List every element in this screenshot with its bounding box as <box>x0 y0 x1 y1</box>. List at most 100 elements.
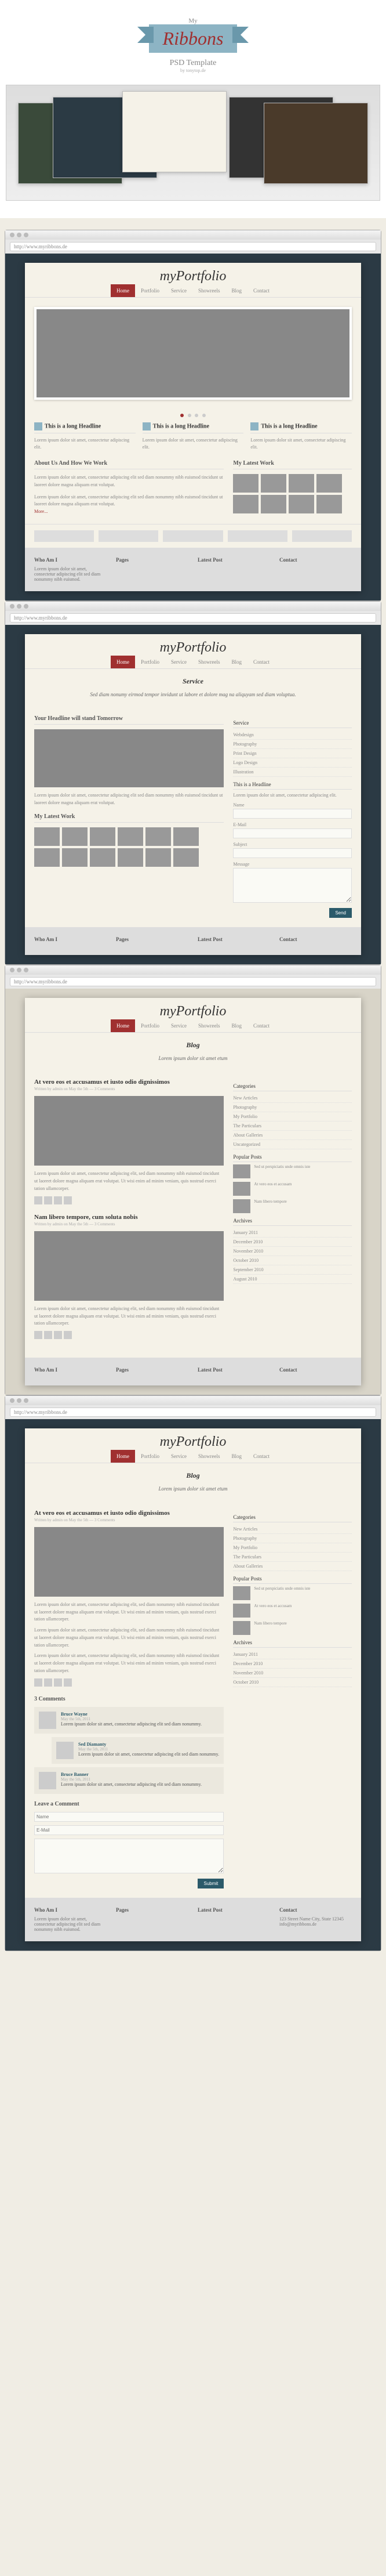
social-icon[interactable] <box>64 1678 72 1687</box>
archive-item[interactable]: November 2010 <box>233 1247 352 1256</box>
nav-contact[interactable]: Contact <box>247 284 275 297</box>
social-icon[interactable] <box>34 1678 42 1687</box>
comment-name-input[interactable] <box>34 1812 224 1822</box>
zoom-icon[interactable] <box>24 968 28 972</box>
thumb[interactable] <box>289 495 314 513</box>
social-icon[interactable] <box>34 1331 42 1339</box>
thumb[interactable] <box>233 495 258 513</box>
nav-blog[interactable]: Blog <box>226 1019 248 1032</box>
category-item[interactable]: My Portfolio <box>233 1543 352 1553</box>
archive-item[interactable]: December 2010 <box>233 1659 352 1669</box>
send-button[interactable]: Send <box>329 908 352 918</box>
thumb[interactable] <box>316 474 342 493</box>
thumb[interactable] <box>62 827 88 846</box>
nav-service[interactable]: Service <box>165 1019 192 1032</box>
thumb[interactable] <box>118 827 143 846</box>
zoom-icon[interactable] <box>24 604 28 609</box>
thumb[interactable] <box>90 827 115 846</box>
post-title[interactable]: Nam libero tempore, cum soluta nobis <box>34 1214 224 1221</box>
nav-contact[interactable]: Contact <box>247 1019 275 1032</box>
close-icon[interactable] <box>10 233 14 237</box>
category-item[interactable]: Photography <box>233 1534 352 1543</box>
social-icon[interactable] <box>44 1678 52 1687</box>
service-item[interactable]: Logo Design <box>233 758 352 768</box>
minimize-icon[interactable] <box>17 233 21 237</box>
zoom-icon[interactable] <box>24 1398 28 1403</box>
submit-button[interactable]: Submit <box>198 1879 224 1888</box>
url-bar[interactable]: http://www.myribbons.de <box>10 1408 376 1417</box>
social-icon[interactable] <box>54 1678 62 1687</box>
category-item[interactable]: About Galleries <box>233 1562 352 1571</box>
social-icon[interactable] <box>54 1196 62 1204</box>
close-icon[interactable] <box>10 968 14 972</box>
thumb[interactable] <box>316 495 342 513</box>
category-item[interactable]: About Galleries <box>233 1131 352 1140</box>
minimize-icon[interactable] <box>17 604 21 609</box>
thumb[interactable] <box>173 848 199 867</box>
archive-item[interactable]: October 2010 <box>233 1256 352 1265</box>
social-icon[interactable] <box>44 1196 52 1204</box>
nav-contact[interactable]: Contact <box>247 656 275 668</box>
nav-portfolio[interactable]: Portfolio <box>135 656 165 668</box>
url-bar[interactable]: http://www.myribbons.de <box>10 977 376 986</box>
nav-showreels[interactable]: Showreels <box>192 284 226 297</box>
popular-post[interactable]: Nam libero tempore <box>233 1621 352 1635</box>
input-message[interactable] <box>233 868 352 903</box>
nav-portfolio[interactable]: Portfolio <box>135 1450 165 1463</box>
category-item[interactable]: My Portfolio <box>233 1112 352 1121</box>
nav-home[interactable]: Home <box>111 1450 135 1463</box>
thumb[interactable] <box>233 474 258 493</box>
comment-author[interactable]: Sed Diamanty <box>78 1742 219 1747</box>
social-icon[interactable] <box>34 1196 42 1204</box>
archive-item[interactable]: August 2010 <box>233 1275 352 1284</box>
archive-item[interactable]: January 2011 <box>233 1650 352 1659</box>
archive-item[interactable]: October 2010 <box>233 1678 352 1687</box>
thumb[interactable] <box>145 827 171 846</box>
service-item[interactable]: Photography <box>233 740 352 749</box>
service-item[interactable]: Print Design <box>233 749 352 758</box>
nav-blog[interactable]: Blog <box>226 284 248 297</box>
close-icon[interactable] <box>10 604 14 609</box>
comment-author[interactable]: Bruce Banner <box>61 1772 219 1777</box>
url-bar[interactable]: http://www.myribbons.de <box>10 242 376 251</box>
hero-slider[interactable] <box>34 307 352 400</box>
nav-showreels[interactable]: Showreels <box>192 1450 226 1463</box>
nav-home[interactable]: Home <box>111 1019 135 1032</box>
archive-item[interactable]: December 2010 <box>233 1238 352 1247</box>
popular-post[interactable]: At vero eos et accusam <box>233 1182 352 1196</box>
nav-service[interactable]: Service <box>165 656 192 668</box>
social-icon[interactable] <box>64 1331 72 1339</box>
comment-author[interactable]: Bruce Wayne <box>61 1712 219 1717</box>
zoom-icon[interactable] <box>24 233 28 237</box>
archive-item[interactable]: November 2010 <box>233 1669 352 1678</box>
comment-email-input[interactable] <box>34 1825 224 1835</box>
post-title[interactable]: At vero eos et accusamus et iusto odio d… <box>34 1079 224 1086</box>
nav-showreels[interactable]: Showreels <box>192 1019 226 1032</box>
service-item[interactable]: Illustration <box>233 768 352 777</box>
category-item[interactable]: The Particulars <box>233 1121 352 1131</box>
minimize-icon[interactable] <box>17 1398 21 1403</box>
nav-blog[interactable]: Blog <box>226 1450 248 1463</box>
slider-dot[interactable] <box>188 414 191 417</box>
thumb[interactable] <box>145 848 171 867</box>
close-icon[interactable] <box>10 1398 14 1403</box>
slider-dot[interactable] <box>195 414 198 417</box>
nav-portfolio[interactable]: Portfolio <box>135 1019 165 1032</box>
minimize-icon[interactable] <box>17 968 21 972</box>
service-item[interactable]: Webdesign <box>233 730 352 740</box>
category-item[interactable]: Photography <box>233 1103 352 1112</box>
thumb[interactable] <box>62 848 88 867</box>
input-name[interactable] <box>233 809 352 819</box>
category-item[interactable]: New Articles <box>233 1094 352 1103</box>
thumb[interactable] <box>261 495 286 513</box>
thumb[interactable] <box>173 827 199 846</box>
category-item[interactable]: Uncategorized <box>233 1140 352 1149</box>
social-icon[interactable] <box>64 1196 72 1204</box>
social-icon[interactable] <box>54 1331 62 1339</box>
comment-message-input[interactable] <box>34 1839 224 1873</box>
category-item[interactable]: New Articles <box>233 1525 352 1534</box>
archive-item[interactable]: January 2011 <box>233 1228 352 1238</box>
nav-blog[interactable]: Blog <box>226 656 248 668</box>
slider-dot[interactable] <box>180 414 184 417</box>
nav-service[interactable]: Service <box>165 284 192 297</box>
